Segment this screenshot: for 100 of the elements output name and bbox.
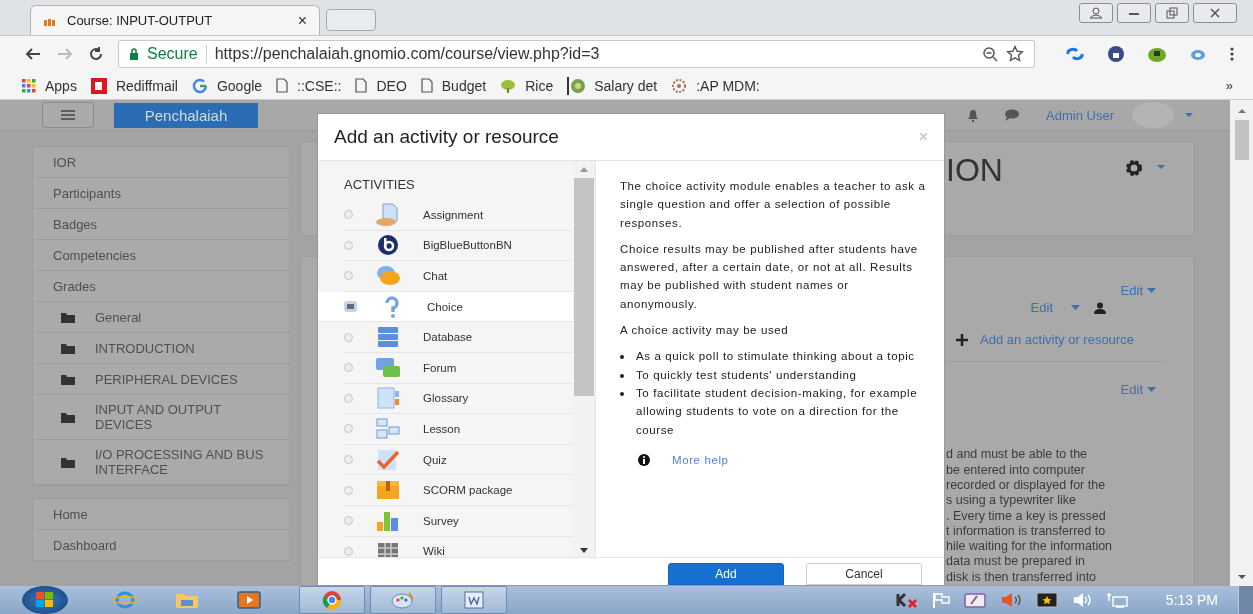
antivirus-icon[interactable] <box>895 592 918 608</box>
section-link[interactable]: I/O PROCESSING AND BUS INTERFACE <box>33 440 289 486</box>
activity-option[interactable]: Database <box>344 322 573 353</box>
flag-icon[interactable] <box>931 592 950 608</box>
caret-icon[interactable] <box>1156 164 1166 171</box>
reload-icon[interactable] <box>88 46 104 62</box>
scroll-thumb[interactable] <box>574 178 594 396</box>
star-icon[interactable] <box>1006 45 1024 63</box>
bookmark[interactable]: Salary det <box>567 76 658 95</box>
radio-button[interactable] <box>344 363 353 373</box>
scroll-thumb[interactable] <box>1234 120 1249 160</box>
user-profile-button[interactable] <box>1079 3 1113 23</box>
page-scrollbar[interactable] <box>1230 100 1253 586</box>
section-link[interactable]: PERIPHERAL DEVICES <box>33 364 289 396</box>
pen-tablet-icon[interactable] <box>963 592 986 608</box>
bookmark[interactable]: Google <box>191 77 263 94</box>
radio-button[interactable] <box>344 455 353 465</box>
caret-icon[interactable] <box>1147 288 1156 294</box>
globe-e-icon[interactable] <box>113 590 137 610</box>
activity-option[interactable]: Forum <box>344 352 573 384</box>
activity-option[interactable]: Assignment <box>344 200 573 231</box>
radio-button[interactable] <box>344 210 353 220</box>
caret-icon[interactable] <box>1071 305 1080 311</box>
nav-link[interactable]: Grades <box>33 271 289 303</box>
activity-option[interactable]: BigBlueButtonBN <box>344 230 573 262</box>
nav-link[interactable]: Participants <box>33 178 289 210</box>
activity-option[interactable]: Quiz <box>344 444 573 476</box>
radio-button[interactable] <box>344 301 357 313</box>
camera-extension-icon[interactable] <box>1147 45 1167 63</box>
nav-link[interactable]: Competencies <box>33 240 289 272</box>
new-tab-button[interactable] <box>326 9 376 31</box>
show-desktop-button[interactable] <box>1238 586 1253 614</box>
speaker-muted-icon[interactable] <box>999 592 1022 608</box>
menu-icon[interactable] <box>1229 46 1235 62</box>
caret-icon[interactable] <box>1147 387 1156 393</box>
more-help-link[interactable]: More help <box>672 450 729 470</box>
section-link[interactable]: INTRODUCTION <box>33 333 289 365</box>
play-icon[interactable] <box>237 591 261 609</box>
radio-button[interactable] <box>344 485 353 495</box>
radio-button[interactable] <box>344 516 353 526</box>
minimize-button[interactable] <box>1117 3 1151 23</box>
scroll-up-icon[interactable] <box>1236 108 1247 114</box>
taskbar-button[interactable] <box>441 586 507 614</box>
activity-option[interactable]: Wiki <box>344 536 573 557</box>
activity-option[interactable]: Chat <box>344 261 573 292</box>
bookmark[interactable]: Rediffmail <box>90 77 178 94</box>
bookmark[interactable]: Apps <box>22 77 77 94</box>
address-bar[interactable]: Secure https://penchalaiah.gnomio.com/course/view.php?id=3 <box>118 40 1035 68</box>
activity-option[interactable]: Lesson <box>344 414 573 445</box>
start-button[interactable] <box>22 586 68 614</box>
star-window-icon[interactable] <box>1035 592 1058 608</box>
radio-button[interactable] <box>344 271 353 281</box>
cancel-button[interactable]: Cancel <box>806 563 922 585</box>
radio-button[interactable] <box>344 546 353 556</box>
tab-close-button[interactable]: × <box>297 11 307 30</box>
bell-icon[interactable] <box>966 108 981 123</box>
caret-icon[interactable] <box>1184 112 1194 119</box>
scroll-up-icon[interactable] <box>580 167 588 172</box>
scroll-down-icon[interactable] <box>580 548 588 553</box>
eye-extension-icon[interactable] <box>1189 47 1207 61</box>
zoom-out-icon[interactable] <box>982 46 998 62</box>
nav-link[interactable]: Home <box>33 499 289 531</box>
bookmark[interactable]: Rice <box>500 77 554 94</box>
bookmark[interactable]: :AP MDM: <box>671 77 760 94</box>
add-button[interactable]: Add <box>668 563 784 585</box>
network-icon[interactable] <box>1105 592 1128 608</box>
sync-icon[interactable] <box>1065 46 1085 62</box>
bookmark[interactable]: DEO <box>355 77 407 94</box>
back-icon[interactable] <box>24 46 42 62</box>
settings-icon[interactable] <box>1124 158 1144 179</box>
activity-option[interactable]: Glossary <box>344 383 573 415</box>
bookmark[interactable]: ::CSE:: <box>276 77 342 94</box>
activity-option[interactable]: SCORM package <box>344 475 573 506</box>
scroll-down-icon[interactable] <box>1236 574 1247 580</box>
person-icon[interactable] <box>1094 301 1106 314</box>
forward-icon[interactable] <box>56 46 74 62</box>
folder-icon[interactable] <box>175 591 199 609</box>
bookmark[interactable]: Budget <box>420 77 487 94</box>
site-name-button[interactable]: Penchalaiah <box>114 102 258 128</box>
menu-toggle-button[interactable] <box>42 102 94 129</box>
activity-option[interactable]: Choice <box>318 291 573 323</box>
close-window-button[interactable] <box>1193 3 1237 23</box>
restore-button[interactable] <box>1155 3 1189 23</box>
lock-badge-icon[interactable] <box>1107 45 1125 63</box>
volume-icon[interactable] <box>1071 592 1092 608</box>
section-link[interactable]: INPUT AND OUTPUT DEVICES <box>33 395 289 441</box>
radio-button[interactable] <box>344 393 353 403</box>
taskbar-button[interactable] <box>370 586 436 614</box>
list-scrollbar[interactable] <box>573 161 595 557</box>
radio-button[interactable] <box>344 424 353 434</box>
section-link[interactable]: General <box>33 302 289 334</box>
speech-bubble-icon[interactable] <box>1004 109 1021 122</box>
radio-button[interactable] <box>344 240 353 250</box>
browser-tab[interactable]: Course: INPUT-OUTPUT × <box>30 5 320 35</box>
nav-link[interactable]: Badges <box>33 209 289 241</box>
activity-option[interactable]: Survey <box>344 505 573 537</box>
radio-button[interactable] <box>344 332 353 342</box>
nav-link[interactable]: Dashboard <box>33 530 289 562</box>
plus-icon[interactable] <box>956 333 968 346</box>
more-bookmarks-button[interactable]: » <box>1225 78 1233 93</box>
